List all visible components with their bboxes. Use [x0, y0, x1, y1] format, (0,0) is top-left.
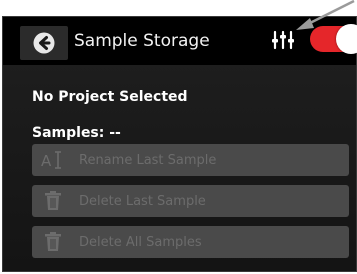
delete-all-samples-label: Delete All Samples [79, 234, 202, 250]
project-status: No Project Selected [32, 89, 188, 105]
trash-icon [32, 191, 74, 211]
delete-last-sample-button[interactable]: Delete Last Sample [32, 185, 349, 217]
rename-last-sample-label: Rename Last Sample [79, 152, 217, 168]
rename-icon: A [32, 150, 74, 170]
app-panel: Sample Storage No Project Selected Sampl… [2, 16, 357, 272]
page-title: Sample Storage [74, 31, 210, 51]
delete-last-sample-label: Delete Last Sample [79, 193, 206, 209]
rename-last-sample-button[interactable]: A Rename Last Sample [32, 144, 349, 176]
callout-arrow [296, 0, 355, 30]
screen: Sample Storage No Project Selected Sampl… [0, 0, 357, 274]
back-arrow-circle-icon [33, 32, 55, 54]
svg-text:A: A [41, 152, 52, 170]
delete-all-samples-button[interactable]: Delete All Samples [32, 226, 349, 258]
samples-count: Samples: -- [32, 125, 121, 141]
trash-icon [32, 232, 74, 252]
back-button[interactable] [20, 26, 68, 60]
